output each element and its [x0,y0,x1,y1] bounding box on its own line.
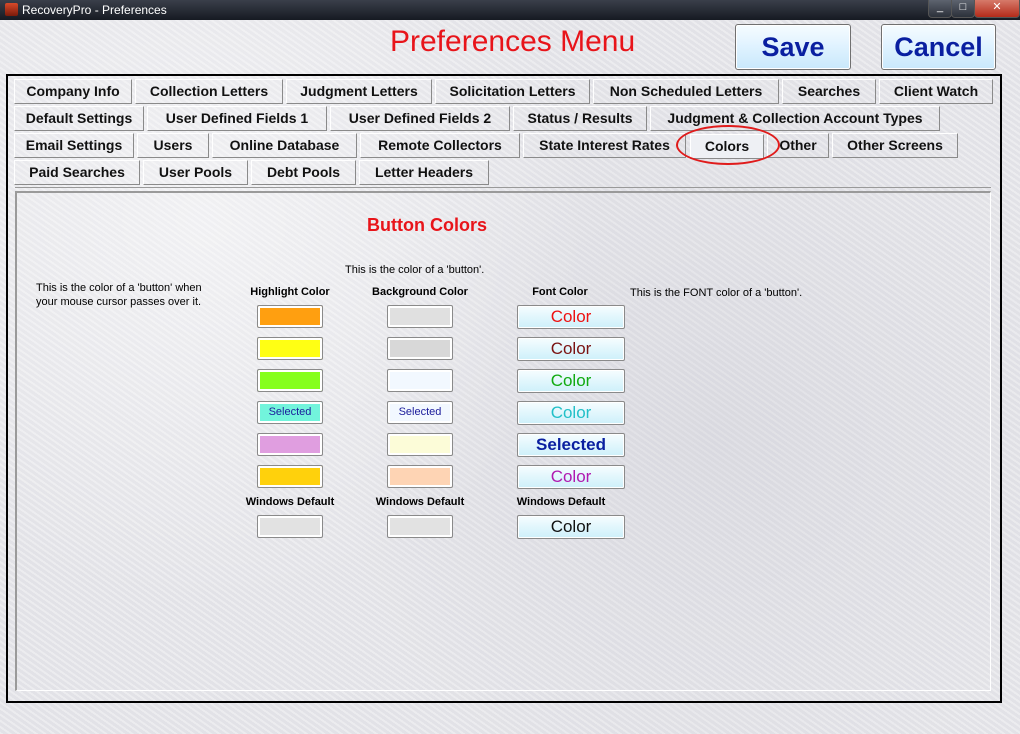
background-swatch-3[interactable] [387,369,453,392]
font-color-button-6[interactable]: Color [517,465,625,489]
tab-collection-letters[interactable]: Collection Letters [135,79,283,104]
font-color-header: Font Color [532,286,588,298]
tab-judgment-letters[interactable]: Judgment Letters [286,79,432,104]
title-bar: RecoveryPro - Preferences _ □ ✕ [0,0,1020,20]
colors-panel [15,191,991,691]
tab-non-scheduled-letters[interactable]: Non Scheduled Letters [593,79,779,104]
font-color-button-4[interactable]: Color [517,401,625,425]
tab-user-defined-fields-1[interactable]: User Defined Fields 1 [147,106,327,131]
background-note: This is the color of a 'button'. [345,264,485,276]
highlight-swatch-6[interactable] [257,465,323,488]
highlight-swatch-3[interactable] [257,369,323,392]
section-title: Button Colors [367,215,487,235]
font-default-button[interactable]: Color [517,515,625,539]
font-color-button-3[interactable]: Color [517,369,625,393]
highlight-swatch-4[interactable]: Selected [257,401,323,424]
cancel-button[interactable]: Cancel [881,24,996,70]
font-note: This is the FONT color of a 'button'. [630,287,803,299]
tab-client-watch[interactable]: Client Watch [879,79,993,104]
page-title: Preferences Menu [390,25,636,58]
tab-user-defined-fields-2[interactable]: User Defined Fields 2 [330,106,510,131]
tab-paid-searches[interactable]: Paid Searches [14,160,140,185]
highlight-swatch-2[interactable] [257,337,323,360]
background-windows-default-label: Windows Default [375,496,465,508]
tab-status-results[interactable]: Status / Results [513,106,647,131]
background-swatch-6[interactable] [387,465,453,488]
tab-solicitation-letters[interactable]: Solicitation Letters [435,79,590,104]
background-swatch-4[interactable]: Selected [387,401,453,424]
highlight-note-1: This is the color of a 'button' when [36,282,202,294]
background-swatch-5[interactable] [387,433,453,456]
highlight-swatch-5[interactable] [257,433,323,456]
highlight-windows-default-label: Windows Default [245,496,335,508]
font-color-button-2[interactable]: Color [517,337,625,361]
close-button[interactable]: ✕ [974,0,1020,18]
background-color-header: Background Color [372,286,468,298]
tab-other-screens[interactable]: Other Screens [832,133,958,158]
tab-debt-pools[interactable]: Debt Pools [251,160,356,185]
tab-other[interactable]: Other [767,133,829,158]
tab-default-settings[interactable]: Default Settings [14,106,144,131]
maximize-button[interactable]: □ [951,0,975,18]
window-title: RecoveryPro - Preferences [22,3,167,17]
tab-letter-headers[interactable]: Letter Headers [359,160,489,185]
background-swatch-1[interactable] [387,305,453,328]
font-color-button-5[interactable]: Selected [517,433,625,457]
highlight-color-header: Highlight Color [250,286,330,298]
minimize-button[interactable]: _ [928,0,952,18]
tab-remote-collectors[interactable]: Remote Collectors [360,133,520,158]
highlight-swatch-1[interactable] [257,305,323,328]
highlight-default-swatch[interactable] [257,515,323,538]
tab-divider [15,187,991,188]
save-button[interactable]: Save [735,24,851,70]
tab-users[interactable]: Users [137,133,209,158]
background-swatch-2[interactable] [387,337,453,360]
tab-judgment-collection-account-types[interactable]: Judgment & Collection Account Types [650,106,940,131]
tab-state-interest-rates[interactable]: State Interest Rates [523,133,686,158]
app-icon [5,3,18,16]
tab-colors[interactable]: Colors [690,134,764,159]
background-default-swatch[interactable] [387,515,453,538]
tab-searches[interactable]: Searches [782,79,876,104]
tab-email-settings[interactable]: Email Settings [14,133,134,158]
tab-online-database[interactable]: Online Database [212,133,357,158]
font-windows-default-label: Windows Default [516,496,606,508]
tab-company-info[interactable]: Company Info [14,79,132,104]
highlight-note-2: your mouse cursor passes over it. [36,296,202,308]
font-color-button-1[interactable]: Color [517,305,625,329]
tab-user-pools[interactable]: User Pools [143,160,248,185]
